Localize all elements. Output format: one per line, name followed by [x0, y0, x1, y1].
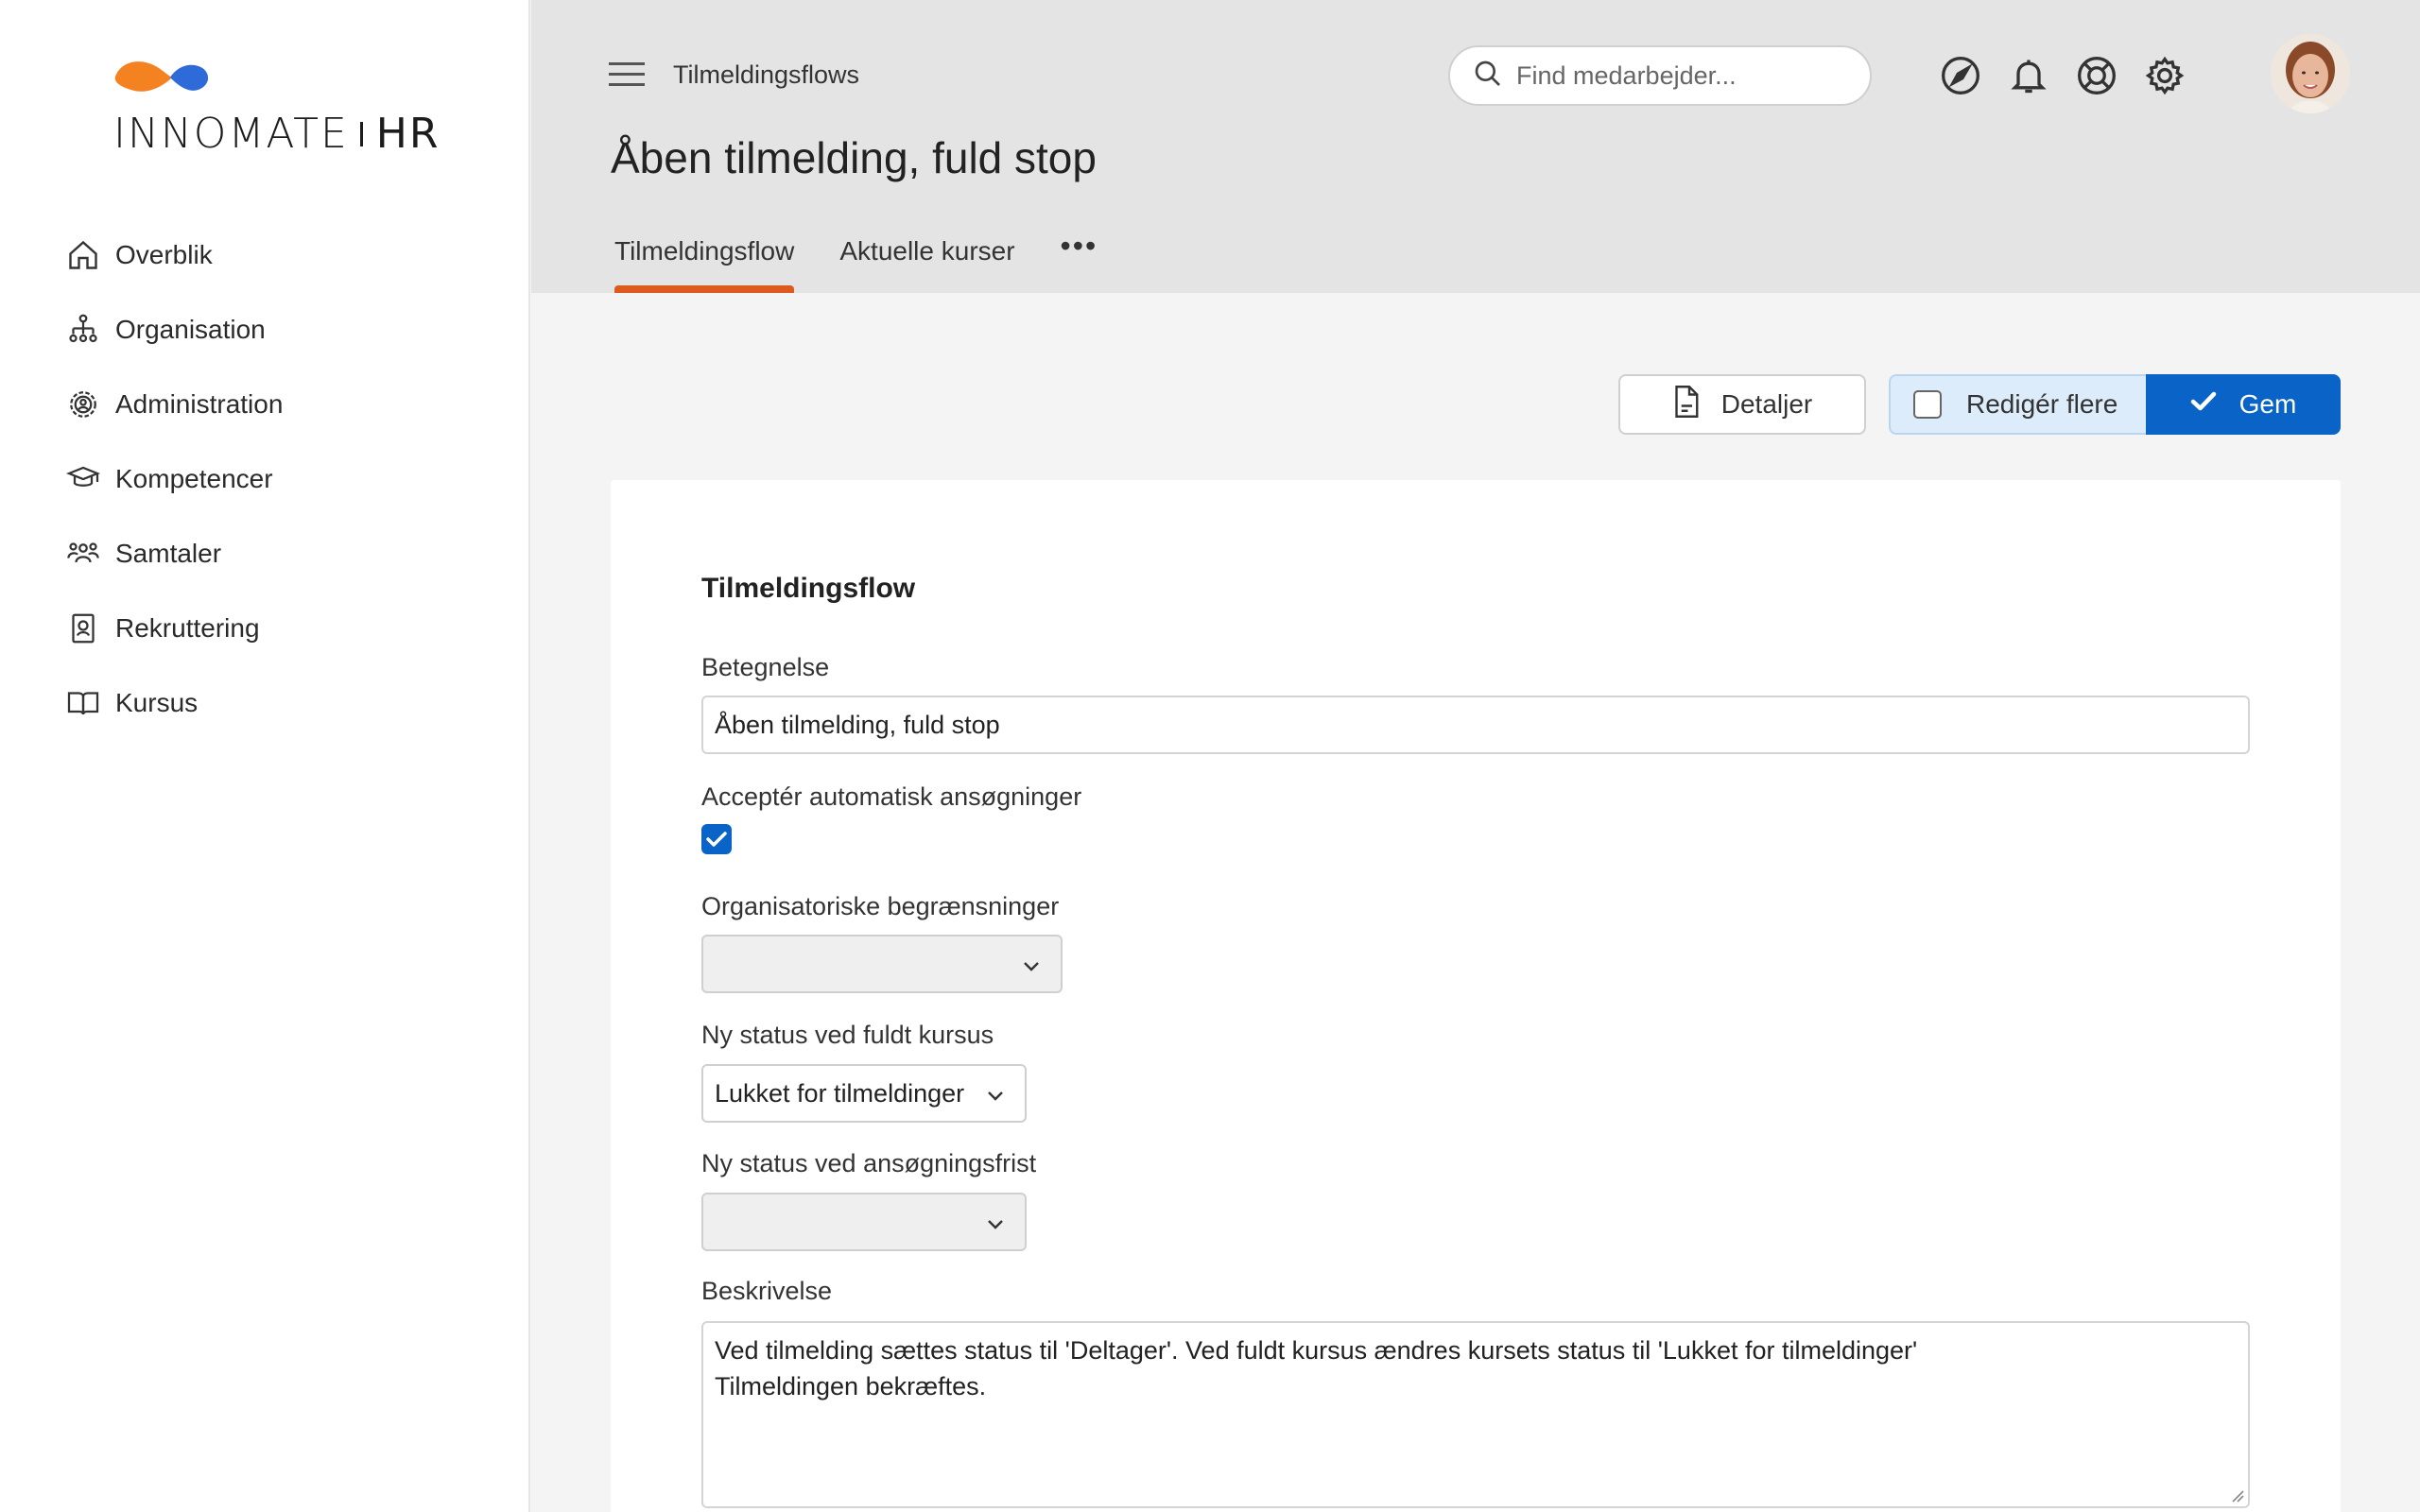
checkmark-icon: [2190, 389, 2217, 420]
edit-save-group: Redigér flere Gem: [1889, 374, 2341, 435]
edit-multiple-label: Redigér flere: [1966, 389, 2118, 419]
form-toolbar: Detaljer Redigér flere Gem: [1618, 374, 2341, 435]
hamburger-menu-icon[interactable]: [609, 60, 645, 89]
description-field[interactable]: Ved tilmelding sættes status til 'Deltag…: [701, 1321, 2250, 1508]
logo[interactable]: INNOMATE HR: [113, 55, 438, 159]
search-input[interactable]: [1516, 60, 1857, 91]
sidebar-item-organisation[interactable]: Organisation: [64, 292, 283, 367]
checkmark-icon: [706, 832, 727, 847]
book-icon: [64, 684, 102, 722]
sidebar-item-label: Samtaler: [115, 538, 222, 568]
sidebar-item-label: Overblik: [115, 239, 213, 269]
section-title: Tilmeldingsflow: [701, 573, 916, 604]
header-actions: [1940, 55, 2212, 96]
form-card: Tilmeldingsflow Betegnelse Acceptér auto…: [611, 480, 2341, 1512]
save-button-label: Gem: [2238, 389, 2297, 419]
document-icon: [1672, 384, 1701, 426]
logo-text: INNOMATE HR: [113, 110, 441, 158]
status-full-value: Lukket for tilmeldinger: [715, 1078, 965, 1108]
chevron-down-icon: [988, 1220, 1003, 1229]
status-deadline-label: Ny status ved ansøgningsfrist: [701, 1149, 1037, 1177]
gear-icon[interactable]: [2144, 55, 2186, 96]
description-line: Ved tilmelding sættes status til 'Deltag…: [715, 1336, 1918, 1365]
org-limits-label: Organisatoriske begrænsninger: [701, 892, 1060, 920]
bell-icon[interactable]: [2008, 55, 2049, 96]
search-box[interactable]: [1448, 45, 1872, 106]
sidebar-item-administration[interactable]: Administration: [64, 367, 283, 441]
org-chart-icon: [64, 311, 102, 349]
page-header: Tilmeldingsflows Åben tilmelding, fuld s…: [531, 0, 2420, 293]
gear-person-icon: [64, 386, 102, 423]
auto-accept-label: Acceptér automatisk ansøgninger: [701, 782, 1082, 811]
sidebar-item-kursus[interactable]: Kursus: [64, 665, 283, 740]
sidebar-item-label: Kompetencer: [115, 463, 273, 493]
details-button-label: Detaljer: [1720, 389, 1813, 419]
sidebar-item-overblik[interactable]: Overblik: [64, 217, 283, 292]
status-full-label: Ny status ved fuldt kursus: [701, 1021, 994, 1049]
sidebar: INNOMATE HR Overblik Organisation Adminis…: [0, 0, 530, 1512]
graduation-cap-icon: [64, 460, 102, 498]
navigation-icon[interactable]: [1940, 55, 1981, 96]
sidebar-nav: Overblik Organisation Administration Kom…: [64, 217, 283, 740]
edit-multiple-checkbox[interactable]: [1913, 390, 1942, 419]
sidebar-item-rekruttering[interactable]: Rekruttering: [64, 591, 283, 665]
sidebar-item-kompetencer[interactable]: Kompetencer: [64, 441, 283, 516]
tab-aktuelle-kurser[interactable]: Aktuelle kurser: [839, 236, 1014, 293]
sidebar-item-label: Organisation: [115, 314, 266, 344]
badge-icon: [64, 610, 102, 647]
chevron-down-icon: [1024, 962, 1039, 971]
auto-accept-checkbox[interactable]: [701, 824, 732, 854]
sidebar-item-label: Kursus: [115, 687, 199, 717]
org-limits-select[interactable]: [701, 935, 1063, 993]
more-tabs-button[interactable]: •••: [1061, 229, 1098, 264]
status-full-select[interactable]: Lukket for tilmeldinger: [701, 1064, 1027, 1123]
logo-mark-icon: [114, 61, 209, 92]
lifebuoy-icon[interactable]: [2076, 55, 2118, 96]
search-icon: [1473, 59, 1503, 94]
chevron-down-icon: [988, 1091, 1003, 1101]
sidebar-item-samtaler[interactable]: Samtaler: [64, 516, 283, 591]
tab-bar: Tilmeldingsflow Aktuelle kurser •••: [614, 229, 1098, 293]
resize-handle-icon[interactable]: [2227, 1486, 2244, 1503]
sidebar-item-label: Administration: [115, 388, 284, 419]
tab-tilmeldingsflow[interactable]: Tilmeldingsflow: [614, 236, 795, 293]
description-line: Tilmeldingen bekræftes.: [715, 1372, 987, 1400]
edit-multiple-toggle[interactable]: Redigér flere: [1889, 374, 2146, 435]
page-title: Åben tilmelding, fuld stop: [611, 133, 1097, 182]
name-field[interactable]: [701, 696, 2250, 754]
breadcrumb[interactable]: Tilmeldingsflows: [673, 60, 859, 90]
status-deadline-select[interactable]: [701, 1193, 1027, 1251]
people-icon: [64, 535, 102, 573]
details-button[interactable]: Detaljer: [1618, 374, 1866, 435]
sidebar-item-label: Rekruttering: [115, 612, 260, 643]
home-icon: [64, 236, 102, 274]
avatar[interactable]: [2271, 34, 2350, 113]
save-button[interactable]: Gem: [2146, 374, 2341, 435]
description-label: Beskrivelse: [701, 1277, 833, 1305]
name-label: Betegnelse: [701, 653, 830, 681]
